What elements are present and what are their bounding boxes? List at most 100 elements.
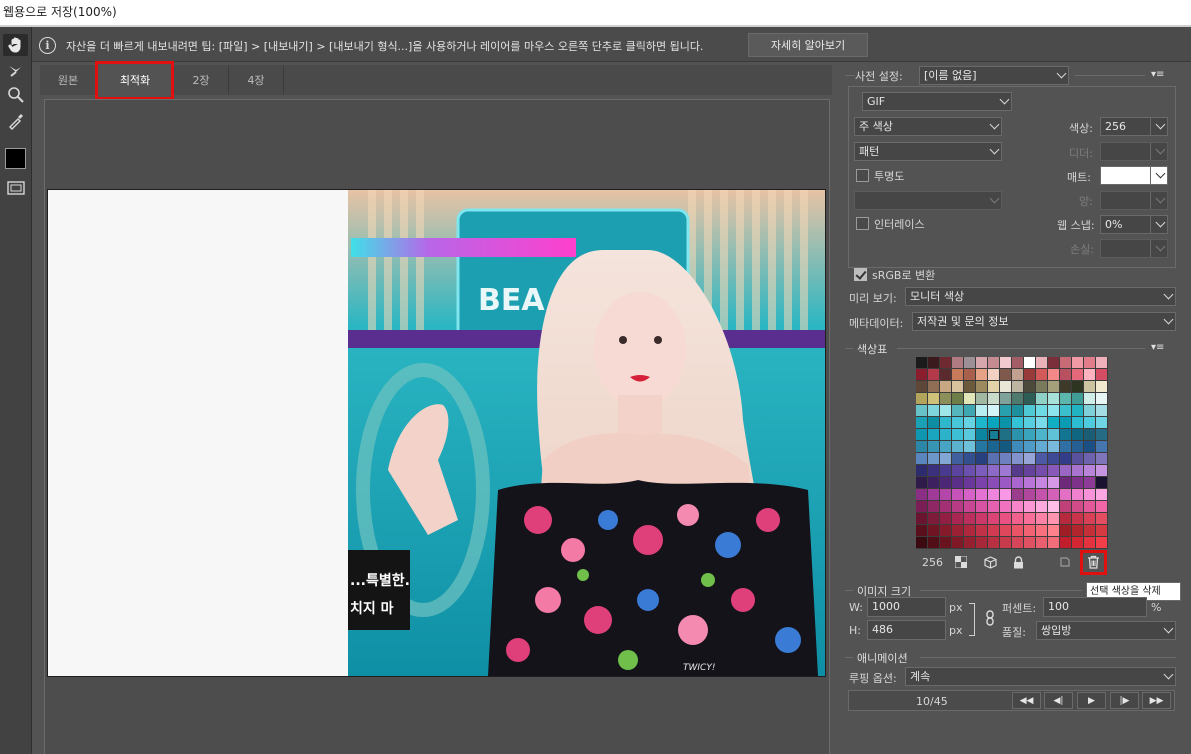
color-swatch[interactable] [1000,441,1012,453]
color-swatch[interactable] [1072,501,1084,513]
color-swatch[interactable] [976,465,988,477]
color-swatch[interactable] [988,453,1000,465]
color-table-grid[interactable] [916,357,1108,549]
color-swatch[interactable] [976,369,988,381]
color-swatch[interactable] [1036,381,1048,393]
color-swatch[interactable] [916,357,928,369]
color-swatch[interactable] [964,501,976,513]
color-swatch[interactable] [940,489,952,501]
last-frame-button[interactable]: ▶▶ [1142,692,1171,709]
color-swatch[interactable] [1072,441,1084,453]
color-swatch[interactable] [1000,369,1012,381]
preset-dropdown[interactable]: [이름 없음] [919,66,1069,85]
learn-more-button[interactable]: 자세히 알아보기 [748,33,868,57]
color-swatch[interactable] [988,393,1000,405]
color-swatch[interactable] [1084,429,1096,441]
color-swatch[interactable] [976,429,988,441]
color-swatch[interactable] [940,441,952,453]
color-swatch[interactable] [1024,381,1036,393]
percent-input[interactable]: 100 [1043,597,1147,617]
color-swatch[interactable] [916,429,928,441]
color-swatch[interactable] [964,429,976,441]
color-swatch[interactable] [1000,357,1012,369]
color-swatch[interactable] [940,501,952,513]
color-swatch[interactable] [952,429,964,441]
color-swatch[interactable] [1096,501,1108,513]
color-swatch[interactable] [952,393,964,405]
color-swatch[interactable] [1096,357,1108,369]
color-swatch[interactable] [1036,513,1048,525]
color-swatch[interactable] [964,393,976,405]
color-swatch[interactable] [1096,417,1108,429]
color-swatch[interactable] [1096,393,1108,405]
color-swatch[interactable] [1072,393,1084,405]
color-swatch[interactable] [1096,537,1108,549]
color-swatch[interactable] [1096,369,1108,381]
color-swatch[interactable] [1024,501,1036,513]
color-swatch[interactable] [916,453,928,465]
color-swatch[interactable] [1012,429,1024,441]
color-swatch[interactable] [1012,501,1024,513]
color-swatch[interactable] [916,441,928,453]
color-swatch[interactable] [1048,537,1060,549]
color-swatch[interactable] [916,393,928,405]
color-swatch[interactable] [976,525,988,537]
color-swatch[interactable] [928,369,940,381]
preview-image[interactable]: BEA ...특별한. 치지 마 TWICY! [348,190,825,676]
color-swatch[interactable] [1060,525,1072,537]
color-swatch[interactable] [1012,369,1024,381]
color-swatch[interactable] [964,477,976,489]
color-swatch[interactable] [952,417,964,429]
looping-dropdown[interactable]: 계속 [905,667,1176,686]
color-swatch[interactable] [916,381,928,393]
color-swatch[interactable] [1060,417,1072,429]
color-swatch[interactable] [1012,453,1024,465]
color-swatch[interactable] [1048,381,1060,393]
color-swatch[interactable] [1036,537,1048,549]
color-swatch[interactable] [916,513,928,525]
color-swatch[interactable] [1048,465,1060,477]
color-swatch[interactable] [1048,477,1060,489]
hand-tool-icon[interactable] [3,34,28,56]
color-swatch[interactable] [1096,489,1108,501]
color-swatch[interactable] [1036,429,1048,441]
color-swatch[interactable] [1024,465,1036,477]
width-input[interactable]: 1000 [867,597,946,617]
color-swatch[interactable] [952,405,964,417]
color-swatch[interactable] [1024,405,1036,417]
eyedropper-color-swatch[interactable] [5,148,26,169]
color-swatch[interactable] [928,357,940,369]
color-swatch[interactable] [1084,405,1096,417]
color-swatch[interactable] [1000,501,1012,513]
color-swatch[interactable] [916,405,928,417]
previous-frame-button[interactable]: ◀| [1044,692,1073,709]
color-swatch[interactable] [1000,393,1012,405]
color-swatch[interactable] [952,501,964,513]
new-color-icon[interactable] [1057,554,1073,570]
color-swatch[interactable] [1012,393,1024,405]
color-swatch[interactable] [988,417,1000,429]
color-swatch[interactable] [964,381,976,393]
color-swatch[interactable] [1060,489,1072,501]
color-swatch[interactable] [1000,453,1012,465]
color-swatch[interactable] [1000,513,1012,525]
color-swatch[interactable] [1096,477,1108,489]
color-swatch[interactable] [1012,513,1024,525]
color-swatch[interactable] [1072,429,1084,441]
color-swatch[interactable] [928,381,940,393]
color-swatch[interactable] [1012,405,1024,417]
color-swatch[interactable] [940,525,952,537]
color-swatch[interactable] [1084,525,1096,537]
color-swatch[interactable] [1060,465,1072,477]
color-swatch[interactable] [952,381,964,393]
color-swatch[interactable] [976,477,988,489]
color-swatch[interactable] [988,525,1000,537]
color-swatch[interactable] [1024,489,1036,501]
color-swatch[interactable] [1036,489,1048,501]
color-swatch[interactable] [1084,441,1096,453]
color-swatch[interactable] [940,429,952,441]
color-swatch[interactable] [1060,357,1072,369]
color-swatch[interactable] [1036,525,1048,537]
color-swatch[interactable] [952,441,964,453]
color-swatch[interactable] [1000,489,1012,501]
